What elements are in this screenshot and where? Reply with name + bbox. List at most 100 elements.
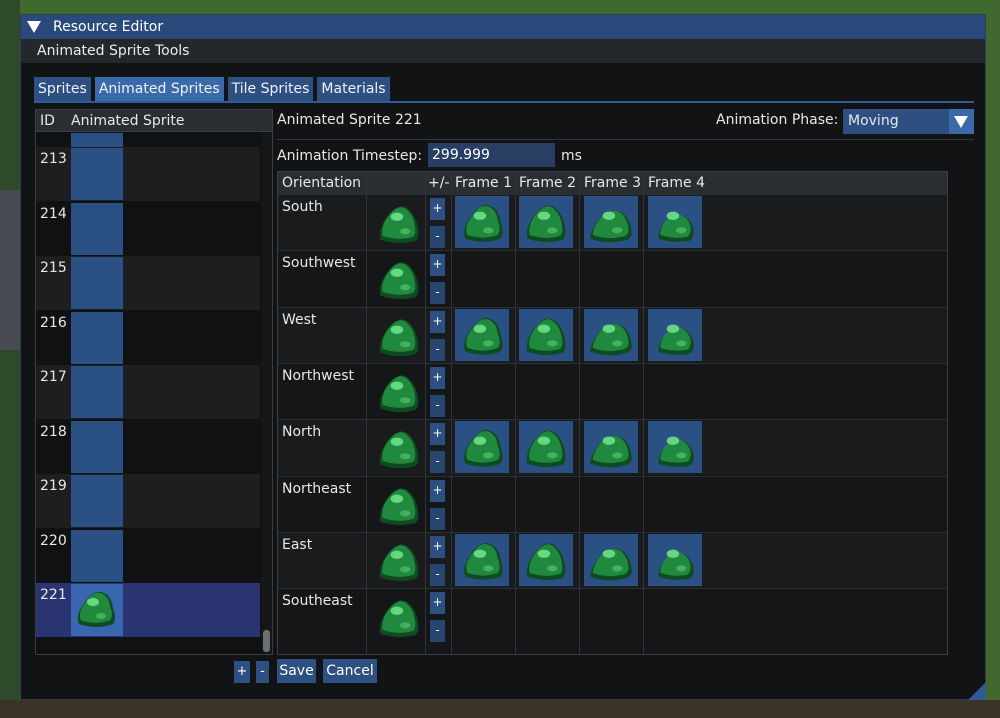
sprite-thumbnail xyxy=(71,475,123,527)
list-header-sprite: Animated Sprite xyxy=(71,113,185,129)
animation-frame[interactable] xyxy=(455,421,509,474)
add-frame-button[interactable]: + xyxy=(430,479,445,502)
animation-frame[interactable] xyxy=(519,196,573,248)
add-sprite-button[interactable]: + xyxy=(234,661,250,683)
sprite-thumbnail xyxy=(71,366,123,418)
orientation-row: Northwest + - xyxy=(278,362,947,419)
remove-frame-button[interactable]: - xyxy=(430,620,445,643)
list-scrollbar[interactable] xyxy=(261,133,272,654)
list-item-id: 220 xyxy=(40,532,67,549)
phase-select[interactable]: Moving xyxy=(843,109,974,134)
list-item-id: 213 xyxy=(40,151,67,167)
tab-materials[interactable]: Materials xyxy=(317,77,390,101)
column-divider xyxy=(643,172,644,654)
green-slime-sprite-icon xyxy=(374,423,424,473)
list-item[interactable]: 221 xyxy=(36,583,260,637)
remove-frame-button[interactable]: - xyxy=(430,451,445,474)
window-titlebar[interactable]: Resource Editor xyxy=(21,15,985,39)
header-frame-1: Frame 1 xyxy=(455,175,512,191)
tab-animated-sprites[interactable]: Animated Sprites xyxy=(94,77,224,101)
list-item[interactable]: 213 xyxy=(36,147,260,201)
sprite-title: Animated Sprite 221 xyxy=(277,112,422,128)
animation-frame[interactable] xyxy=(584,308,638,361)
sprite-thumbnail xyxy=(71,133,123,147)
header-plus-minus: +/- xyxy=(428,175,450,191)
add-frame-button[interactable]: + xyxy=(430,198,445,220)
cancel-button[interactable]: Cancel xyxy=(323,659,377,683)
animation-frame[interactable] xyxy=(519,421,573,474)
background-grass xyxy=(0,0,1000,14)
list-item[interactable]: 217 xyxy=(36,365,260,419)
animation-frame[interactable] xyxy=(455,196,509,248)
column-divider xyxy=(515,172,516,654)
triangle-down-icon[interactable] xyxy=(27,21,41,33)
add-frame-button[interactable]: + xyxy=(430,366,445,389)
remove-frame-button[interactable]: - xyxy=(430,338,445,361)
chevron-down-icon[interactable] xyxy=(949,109,974,134)
animation-frame[interactable] xyxy=(455,533,509,586)
list-item[interactable]: 220 xyxy=(36,529,260,583)
tab-tile-sprites[interactable]: Tile Sprites xyxy=(227,77,314,101)
remove-frame-button[interactable]: - xyxy=(430,394,445,417)
remove-frame-button[interactable]: - xyxy=(430,563,445,586)
column-divider xyxy=(425,172,426,654)
timestep-input[interactable] xyxy=(428,143,555,167)
header-frame-4: Frame 4 xyxy=(648,175,705,191)
animation-frame[interactable] xyxy=(648,308,702,361)
column-divider xyxy=(579,172,580,654)
animation-frame[interactable] xyxy=(584,421,638,474)
add-frame-button[interactable]: + xyxy=(430,423,445,446)
scrollbar-thumb[interactable] xyxy=(263,630,270,652)
orientation-name: North xyxy=(282,424,322,441)
add-frame-button[interactable]: + xyxy=(430,310,445,333)
list-item[interactable]: 215 xyxy=(36,256,260,310)
table-header: Orientation +/- Frame 1 Frame 2 Frame 3 … xyxy=(278,172,947,194)
resource-editor-window: Resource Editor Animated Sprite Tools Sp… xyxy=(20,14,986,700)
list-item[interactable]: 216 xyxy=(36,311,260,365)
list-item-id: 221 xyxy=(40,587,67,603)
background-grass xyxy=(986,0,1000,718)
orientation-row: East + - xyxy=(278,531,947,588)
save-button[interactable]: Save xyxy=(277,659,316,683)
green-slime-sprite-icon xyxy=(374,592,424,642)
list-item-id: 219 xyxy=(40,478,67,494)
remove-frame-button[interactable]: - xyxy=(430,507,445,530)
animation-frame[interactable] xyxy=(584,196,638,248)
green-slime-sprite-icon xyxy=(374,367,424,417)
add-frame-button[interactable]: + xyxy=(430,592,445,615)
tab-sprites[interactable]: Sprites xyxy=(34,77,91,101)
list-item[interactable] xyxy=(36,133,260,147)
remove-frame-button[interactable]: - xyxy=(430,226,445,248)
orientation-name: West xyxy=(282,311,317,328)
section-header[interactable]: Animated Sprite Tools xyxy=(21,39,985,63)
window-title: Resource Editor xyxy=(53,19,164,35)
orientation-name: Northeast xyxy=(282,480,352,497)
background-dirt xyxy=(0,700,1000,718)
green-slime-sprite-icon xyxy=(374,198,424,248)
add-frame-button[interactable]: + xyxy=(430,254,445,277)
column-divider xyxy=(366,172,367,654)
orientation-name: South xyxy=(282,199,323,215)
animation-frame[interactable] xyxy=(648,533,702,586)
remove-frame-button[interactable]: - xyxy=(430,282,445,305)
animation-frame[interactable] xyxy=(648,421,702,474)
green-slime-sprite-icon xyxy=(374,536,424,586)
animation-frame[interactable] xyxy=(519,308,573,361)
list-item[interactable]: 218 xyxy=(36,420,260,474)
animation-frame[interactable] xyxy=(519,533,573,586)
resize-grip[interactable] xyxy=(968,682,986,700)
list-item[interactable]: 214 xyxy=(36,202,260,256)
list-item[interactable]: 219 xyxy=(36,474,260,528)
orientation-row: West + - xyxy=(278,306,947,363)
animation-frame[interactable] xyxy=(584,533,638,586)
animation-frame[interactable] xyxy=(648,196,702,248)
header-orientation: Orientation xyxy=(282,175,362,191)
add-frame-button[interactable]: + xyxy=(430,535,445,558)
separator xyxy=(277,139,974,140)
list-item-id: 217 xyxy=(40,369,67,385)
animation-frame[interactable] xyxy=(455,308,509,361)
green-slime-sprite-icon xyxy=(374,311,424,361)
list-item-id: 216 xyxy=(40,314,67,331)
orientation-row: Southwest + - xyxy=(278,250,947,306)
remove-sprite-button[interactable]: - xyxy=(256,661,269,683)
